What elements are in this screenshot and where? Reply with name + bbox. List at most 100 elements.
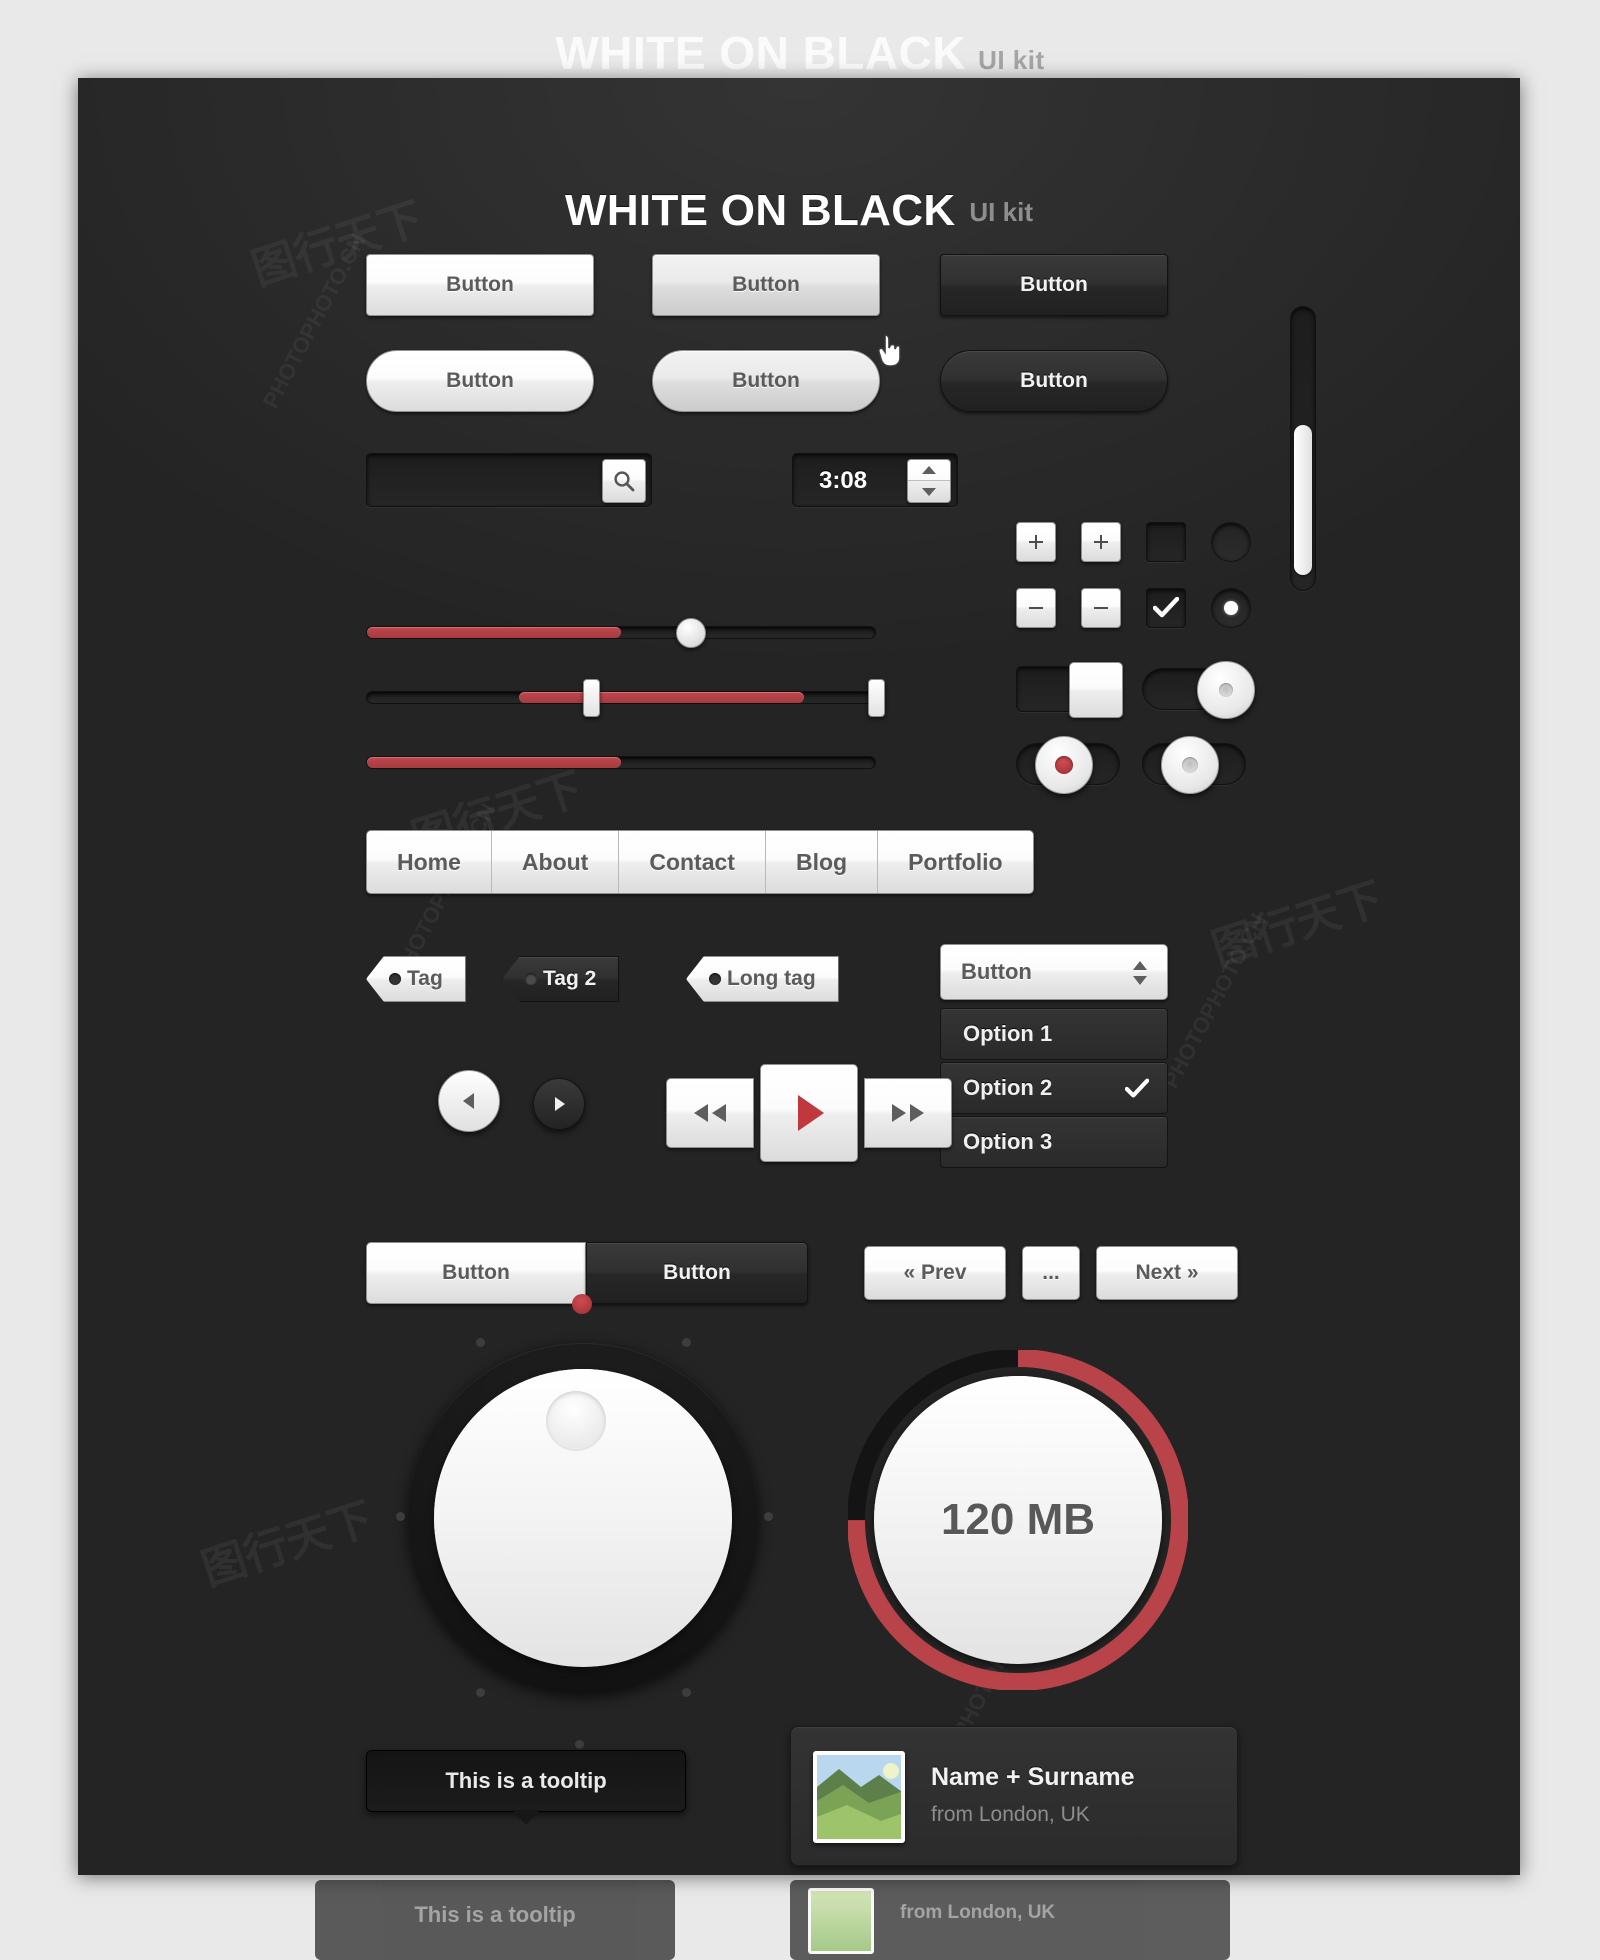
knob-tick <box>682 1338 691 1347</box>
range-handle-left[interactable] <box>583 679 600 717</box>
nav-item-contact[interactable]: Contact <box>619 831 766 893</box>
ghost-title-sub: UI kit <box>978 45 1045 75</box>
play-icon <box>798 1095 824 1131</box>
select-button[interactable]: Button <box>940 944 1168 1000</box>
next-icon <box>555 1097 565 1111</box>
tag-hole-icon <box>709 973 721 985</box>
play-button[interactable] <box>760 1064 858 1162</box>
page-title-text: WHITE ON BLACK <box>565 186 956 235</box>
select-option-2[interactable]: Option 2 <box>940 1062 1168 1114</box>
minus-icon <box>1094 607 1108 609</box>
pagination-next[interactable]: Next » <box>1096 1246 1238 1300</box>
page-title: WHITE ON BLACK UI kit <box>78 186 1520 236</box>
checkbox-checked[interactable] <box>1146 588 1186 628</box>
watermark: 图行天下 <box>1206 873 1389 975</box>
select-option-3[interactable]: Option 3 <box>940 1116 1168 1168</box>
stepper-down-button[interactable] <box>908 481 950 502</box>
checkbox-unchecked[interactable] <box>1146 522 1186 562</box>
toggle-round-handle[interactable] <box>1197 661 1255 719</box>
main-navigation[interactable]: Home About Contact Blog Portfolio <box>366 830 1034 894</box>
time-stepper[interactable]: 3:08 <box>792 453 958 507</box>
knob-face[interactable] <box>434 1369 732 1667</box>
ghost-title: WHITE ON BLACK UI kit <box>0 26 1600 80</box>
toggle-square-knob[interactable] <box>1016 662 1123 718</box>
tag-label: Tag <box>407 967 443 990</box>
knob-tick <box>476 1688 485 1697</box>
triangle-down-icon <box>922 487 936 496</box>
plus-button-light[interactable] <box>1016 522 1056 562</box>
stepper-value: 3:08 <box>819 467 868 494</box>
radio-checked[interactable] <box>1211 588 1251 628</box>
tooltip-text: This is a tooltip <box>445 1768 607 1793</box>
pill-button-hover[interactable]: Button <box>652 350 880 412</box>
gauge-face: 120 MB <box>874 1376 1162 1664</box>
progress-bar-track <box>366 756 876 769</box>
nav-item-home[interactable]: Home <box>367 831 492 893</box>
slider-handle[interactable] <box>676 618 706 648</box>
minus-button-light[interactable] <box>1016 588 1056 628</box>
toggle-red-dot[interactable] <box>1016 736 1120 794</box>
tag-dark[interactable]: Tag 2 <box>502 956 620 1002</box>
stepper-up-button[interactable] <box>908 460 950 481</box>
single-handle-slider-track[interactable] <box>366 626 876 639</box>
knob-tick <box>396 1512 405 1521</box>
nav-item-blog[interactable]: Blog <box>766 831 879 893</box>
page-title-subtitle: UI kit <box>969 197 1033 227</box>
toggle-grey-dot[interactable] <box>1142 736 1246 794</box>
next-circle-button[interactable] <box>533 1078 585 1130</box>
plus-icon <box>1094 535 1108 549</box>
tag-hole-icon <box>525 973 537 985</box>
chevron-updown-icon <box>1133 961 1147 985</box>
fast-forward-button[interactable] <box>864 1078 952 1148</box>
knob-tick <box>476 1338 485 1347</box>
profile-name: Name + Surname <box>931 1763 1135 1791</box>
search-button[interactable] <box>602 459 646 503</box>
profile-card[interactable]: Name + Surname from London, UK <box>790 1726 1238 1866</box>
progress-bar-fill <box>367 757 621 768</box>
scrollbar-thumb[interactable] <box>1294 425 1312 575</box>
ghost-tooltip: This is a tooltip <box>315 1880 675 1960</box>
gauge-value: 120 MB <box>940 1495 1096 1544</box>
scrollbar-track[interactable] <box>1290 306 1316 591</box>
knob-tick <box>682 1688 691 1697</box>
segmented-right[interactable]: Button <box>586 1242 808 1304</box>
minus-button-light-2[interactable] <box>1081 588 1121 628</box>
red-dot-icon <box>1055 756 1073 774</box>
range-handle-right[interactable] <box>868 679 885 717</box>
rect-button-default[interactable]: Button <box>366 254 594 316</box>
option-label: Option 3 <box>963 1129 1053 1154</box>
cursor-pointer-icon <box>878 334 901 367</box>
search-field[interactable] <box>366 453 652 507</box>
pagination-prev[interactable]: « Prev <box>864 1246 1006 1300</box>
select-option-1[interactable]: Option 1 <box>940 1008 1168 1060</box>
stepper-buttons[interactable] <box>907 459 951 503</box>
rect-button-hover[interactable]: Button <box>652 254 880 316</box>
tag-light[interactable]: Tag <box>366 956 466 1002</box>
pagination-ellipsis[interactable]: ... <box>1022 1246 1080 1300</box>
radio-unchecked[interactable] <box>1211 522 1251 562</box>
toggle-red-handle[interactable] <box>1035 736 1093 794</box>
ghost-title-text: WHITE ON BLACK <box>555 27 967 79</box>
pill-button-dark[interactable]: Button <box>940 350 1168 412</box>
segmented-left[interactable]: Button <box>366 1242 586 1304</box>
nav-item-about[interactable]: About <box>492 831 620 893</box>
profile-location: from London, UK <box>931 1803 1090 1826</box>
search-input[interactable] <box>377 462 577 500</box>
check-icon <box>1125 1078 1149 1098</box>
prev-circle-button[interactable] <box>438 1070 500 1132</box>
rect-button-dark[interactable]: Button <box>940 254 1168 316</box>
tooltip: This is a tooltip <box>366 1750 686 1825</box>
plus-button-light-2[interactable] <box>1081 522 1121 562</box>
toggle-square-handle[interactable] <box>1069 662 1123 718</box>
knob-indicator-dot <box>572 1294 592 1314</box>
range-slider-track[interactable] <box>366 691 876 704</box>
toggle-grey-handle[interactable] <box>1161 736 1219 794</box>
watermark: PHOTOPHOTO.CN <box>1157 909 1271 1093</box>
pill-button-default[interactable]: Button <box>366 350 594 412</box>
watermark: 图行天下 <box>196 1493 379 1595</box>
tag-long[interactable]: Long tag <box>686 956 839 1002</box>
nav-item-portfolio[interactable]: Portfolio <box>878 831 1033 893</box>
rewind-button[interactable] <box>666 1078 754 1148</box>
toggle-round-knob[interactable] <box>1142 661 1255 719</box>
rotary-knob[interactable] <box>408 1343 758 1693</box>
